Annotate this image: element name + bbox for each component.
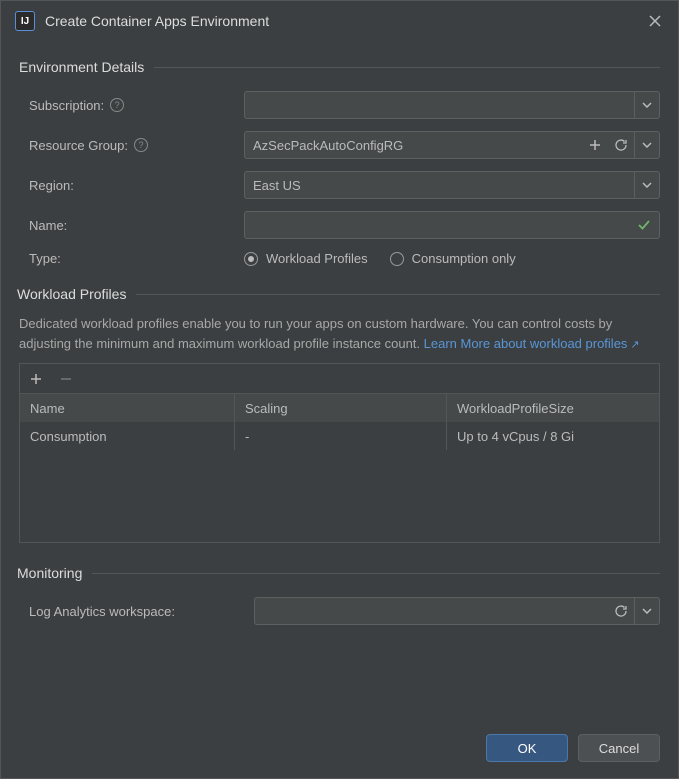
table-row[interactable]: Consumption - Up to 4 vCpus / 8 Gi (20, 422, 659, 450)
app-icon: IJ (15, 11, 35, 31)
label-text: Log Analytics workspace: (29, 604, 175, 619)
ok-button[interactable]: OK (486, 734, 568, 762)
refresh-log-analytics-button[interactable] (608, 597, 634, 625)
subscription-combo[interactable] (244, 91, 660, 119)
table-body: Consumption - Up to 4 vCpus / 8 Gi (20, 422, 659, 542)
radio-label: Workload Profiles (266, 251, 368, 266)
refresh-resource-group-button[interactable] (608, 131, 634, 159)
dialog-root: IJ Create Container Apps Environment Env… (0, 0, 679, 779)
cell-scaling: - (235, 422, 447, 450)
th-name: Name (20, 394, 235, 422)
cell-name: Consumption (20, 422, 235, 450)
add-row-button[interactable] (26, 369, 46, 389)
dialog-content: Environment Details Subscription: ? Reso… (1, 41, 678, 724)
label-text: Resource Group: (29, 138, 128, 153)
help-icon[interactable]: ? (110, 98, 124, 112)
cancel-button[interactable]: Cancel (578, 734, 660, 762)
add-resource-group-button[interactable] (582, 131, 608, 159)
label-text: Name: (29, 218, 67, 233)
section-monitoring: Monitoring (17, 565, 660, 581)
chevron-down-icon[interactable] (634, 597, 660, 625)
remove-row-button[interactable] (56, 369, 76, 389)
external-link-icon: ↗ (630, 339, 639, 351)
section-title: Environment Details (19, 59, 144, 75)
section-title: Monitoring (17, 565, 82, 581)
subscription-value[interactable] (244, 91, 634, 119)
section-workload-profiles: Workload Profiles (17, 286, 660, 302)
log-analytics-combo[interactable] (254, 597, 660, 625)
cell-size: Up to 4 vCpus / 8 Gi (447, 422, 659, 450)
workload-table: Name Scaling WorkloadProfileSize Consump… (19, 363, 660, 543)
link-text: Learn More about workload profiles (424, 336, 628, 351)
divider (136, 294, 660, 295)
label-region: Region: (19, 178, 244, 193)
label-name: Name: (19, 218, 244, 233)
radio-consumption-only[interactable]: Consumption only (390, 251, 516, 266)
label-subscription: Subscription: ? (19, 98, 244, 113)
workload-description: Dedicated workload profiles enable you t… (19, 314, 660, 353)
titlebar: IJ Create Container Apps Environment (1, 1, 678, 41)
name-input[interactable] (244, 211, 660, 239)
radio-workload-profiles[interactable]: Workload Profiles (244, 251, 368, 266)
label-resource-group: Resource Group: ? (19, 138, 244, 153)
divider (92, 573, 660, 574)
check-icon (637, 219, 651, 231)
table-header: Name Scaling WorkloadProfileSize (20, 394, 659, 422)
label-text: Subscription: (29, 98, 104, 113)
th-scaling: Scaling (235, 394, 447, 422)
learn-more-link[interactable]: Learn More about workload profiles↗ (424, 336, 640, 351)
label-type: Type: (19, 251, 244, 266)
th-size: WorkloadProfileSize (447, 394, 659, 422)
log-analytics-value[interactable] (254, 597, 608, 625)
section-title: Workload Profiles (17, 286, 126, 302)
row-region: Region: East US (19, 171, 660, 199)
type-radio-group: Workload Profiles Consumption only (244, 251, 660, 266)
radio-icon-selected (244, 252, 258, 266)
resource-group-combo[interactable]: AzSecPackAutoConfigRG (244, 131, 660, 159)
section-environment-details: Environment Details (19, 59, 660, 75)
table-toolbar (20, 364, 659, 394)
divider (154, 67, 660, 68)
help-icon[interactable]: ? (134, 138, 148, 152)
dialog-footer: OK Cancel (1, 724, 678, 778)
label-text: Region: (29, 178, 74, 193)
chevron-down-icon[interactable] (634, 131, 660, 159)
radio-label: Consumption only (412, 251, 516, 266)
label-log-analytics: Log Analytics workspace: (19, 604, 254, 619)
region-value[interactable]: East US (244, 171, 634, 199)
row-resource-group: Resource Group: ? AzSecPackAutoConfigRG (19, 131, 660, 159)
close-button[interactable] (646, 12, 664, 30)
dialog-title: Create Container Apps Environment (45, 13, 636, 29)
row-name: Name: (19, 211, 660, 239)
chevron-down-icon[interactable] (634, 91, 660, 119)
row-type: Type: Workload Profiles Consumption only (19, 251, 660, 266)
label-text: Type: (29, 251, 61, 266)
chevron-down-icon[interactable] (634, 171, 660, 199)
row-log-analytics: Log Analytics workspace: (19, 597, 660, 625)
row-subscription: Subscription: ? (19, 91, 660, 119)
region-combo[interactable]: East US (244, 171, 660, 199)
radio-icon (390, 252, 404, 266)
resource-group-value[interactable]: AzSecPackAutoConfigRG (244, 131, 582, 159)
